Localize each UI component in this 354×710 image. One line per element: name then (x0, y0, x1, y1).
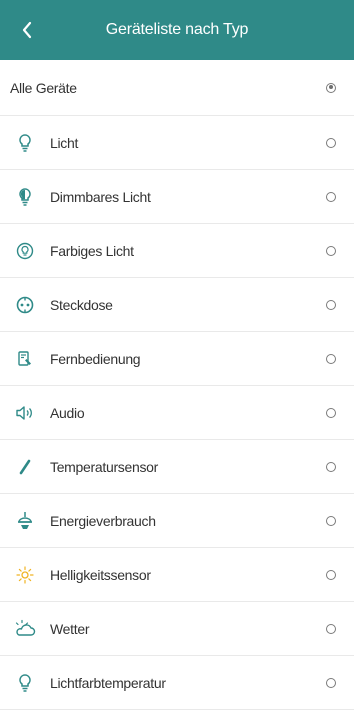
list-item-label: Lichtfarbtemperatur (50, 674, 166, 691)
list-item-label: Helligkeitssensor (50, 566, 151, 583)
radio-button[interactable] (326, 191, 336, 202)
remote-icon (14, 348, 36, 370)
radio-button[interactable] (326, 137, 336, 148)
list-item-label: Licht (50, 134, 79, 151)
weather-icon (14, 618, 36, 640)
radio-button[interactable] (326, 623, 336, 634)
radio-button-selected[interactable] (326, 82, 336, 93)
app-header: Geräteliste nach Typ (0, 0, 354, 60)
radio-button[interactable] (326, 299, 336, 310)
list-item-dimmbares-licht[interactable]: Dimmbares Licht (0, 170, 354, 224)
radio-button[interactable] (326, 245, 336, 256)
radio-button[interactable] (326, 569, 336, 580)
socket-icon (14, 294, 36, 316)
brightness-icon (14, 564, 36, 586)
radio-button[interactable] (326, 461, 336, 472)
radio-button[interactable] (326, 407, 336, 418)
list-item-label: Fernbedienung (50, 350, 141, 367)
list-item-wetter[interactable]: Wetter (0, 602, 354, 656)
list-item-helligkeitssensor[interactable]: Helligkeitssensor (0, 548, 354, 602)
energy-icon (14, 510, 36, 532)
radio-button[interactable] (326, 677, 336, 688)
list-item-label: Alle Geräte (10, 79, 77, 96)
list-item-audio[interactable]: Audio (0, 386, 354, 440)
list-item-label: Audio (50, 404, 85, 421)
list-item-energieverbrauch[interactable]: Energieverbrauch (0, 494, 354, 548)
back-button[interactable] (10, 12, 44, 48)
list-item-label: Energieverbrauch (50, 512, 156, 529)
list-item-label: Steckdose (50, 296, 113, 313)
speaker-icon (14, 402, 36, 424)
list-item-temperatursensor[interactable]: Temperatursensor (0, 440, 354, 494)
list-item-label: Wetter (50, 620, 90, 637)
list-item-all-devices[interactable]: Alle Geräte (0, 60, 354, 116)
list-item-licht[interactable]: Licht (0, 116, 354, 170)
chevron-left-icon (22, 21, 32, 39)
radio-button[interactable] (326, 353, 336, 364)
list-item-steckdose[interactable]: Steckdose (0, 278, 354, 332)
color-bulb-icon (14, 240, 36, 262)
list-item-label: Dimmbares Licht (50, 188, 151, 205)
list-item-lichtfarbtemperatur[interactable]: Lichtfarbtemperatur (0, 656, 354, 710)
thermometer-icon (14, 456, 36, 478)
bulb-icon (14, 132, 36, 154)
list-item-fernbedienung[interactable]: Fernbedienung (0, 332, 354, 386)
radio-button[interactable] (326, 515, 336, 526)
page-title: Geräteliste nach Typ (105, 21, 249, 38)
dimmable-bulb-icon (14, 186, 36, 208)
list-item-label: Farbiges Licht (50, 242, 134, 259)
color-temperature-icon (14, 672, 36, 694)
list-item-label: Temperatursensor (50, 458, 159, 475)
list-item-farbiges-licht[interactable]: Farbiges Licht (0, 224, 354, 278)
device-type-list: Alle Geräte Licht Dimmbares Licht Farbig… (0, 60, 354, 710)
